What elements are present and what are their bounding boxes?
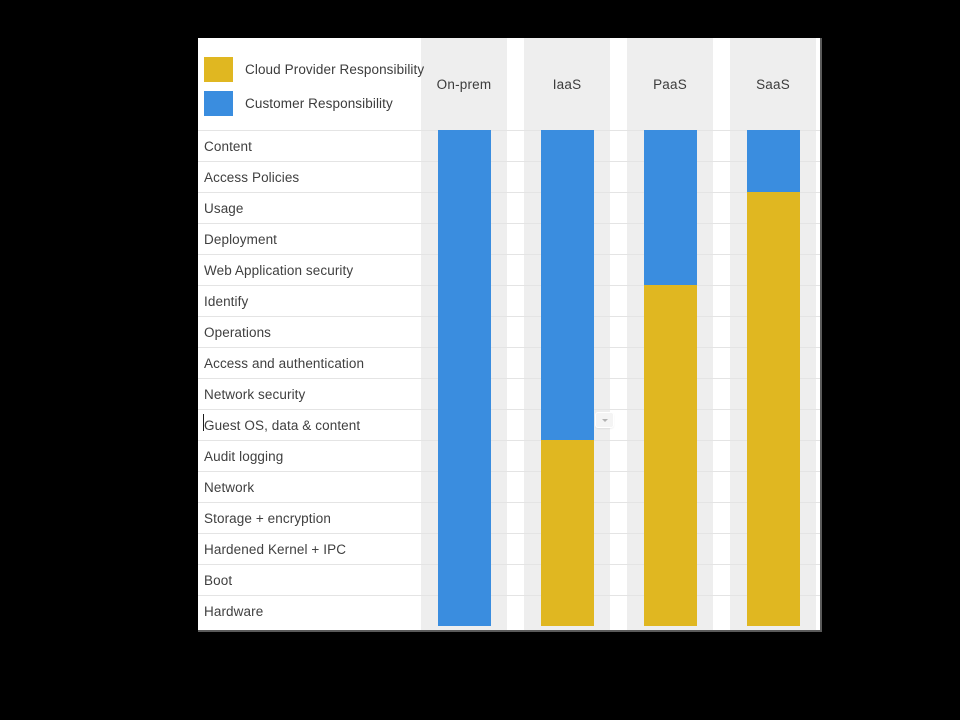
row-label: Guest OS, data & content	[204, 418, 361, 433]
chart-legend: Cloud Provider Responsibility Customer R…	[204, 38, 424, 130]
table-row[interactable]: Web Application security	[198, 254, 820, 285]
shared-responsibility-chart: Cloud Provider Responsibility Customer R…	[198, 38, 822, 632]
table-row[interactable]: Audit logging	[198, 440, 820, 471]
table-row[interactable]: Hardware	[198, 595, 820, 626]
column-header-saas[interactable]: SaaS	[730, 38, 816, 130]
row-label: Operations	[204, 325, 272, 340]
row-label: Content	[204, 139, 252, 154]
row-label: Usage	[204, 201, 244, 216]
row-label: Hardened Kernel + IPC	[204, 542, 347, 557]
row-list: Content Access Policies Usage Deployment…	[198, 130, 820, 630]
table-row[interactable]: Operations	[198, 316, 820, 347]
table-row[interactable]: Network	[198, 471, 820, 502]
legend-label-customer: Customer Responsibility	[245, 95, 393, 111]
row-label: Network	[204, 480, 255, 495]
legend-item-customer[interactable]: Customer Responsibility	[204, 90, 393, 116]
row-label: Identify	[204, 294, 249, 309]
row-dropdown-icon[interactable]	[596, 413, 613, 427]
customer-swatch-icon	[204, 90, 233, 116]
table-row-active[interactable]: Guest OS, data & content	[198, 409, 820, 440]
table-row[interactable]: Storage + encryption	[198, 502, 820, 533]
row-label: Web Application security	[204, 263, 354, 278]
table-row[interactable]: Deployment	[198, 223, 820, 254]
row-label: Audit logging	[204, 449, 284, 464]
provider-swatch-icon	[204, 56, 233, 82]
table-row[interactable]: Identify	[198, 285, 820, 316]
table-row[interactable]: Usage	[198, 192, 820, 223]
table-row[interactable]: Boot	[198, 564, 820, 595]
row-label: Network security	[204, 387, 306, 402]
table-row[interactable]: Hardened Kernel + IPC	[198, 533, 820, 564]
row-label: Access Policies	[204, 170, 300, 185]
column-header-on-prem[interactable]: On-prem	[421, 38, 507, 130]
row-label: Boot	[204, 573, 233, 588]
screenshot-canvas: Cloud Provider Responsibility Customer R…	[0, 0, 960, 720]
table-row[interactable]: Network security	[198, 378, 820, 409]
row-label: Hardware	[204, 604, 264, 619]
column-header-paas[interactable]: PaaS	[627, 38, 713, 130]
table-row[interactable]: Access and authentication	[198, 347, 820, 378]
row-label: Storage + encryption	[204, 511, 331, 526]
row-label: Access and authentication	[204, 356, 365, 371]
legend-item-cloud-provider[interactable]: Cloud Provider Responsibility	[204, 56, 424, 82]
table-row[interactable]: Access Policies	[198, 161, 820, 192]
table-row[interactable]: Content	[198, 130, 820, 161]
legend-label-cloud-provider: Cloud Provider Responsibility	[245, 61, 425, 77]
row-label: Deployment	[204, 232, 278, 247]
column-header-iaas[interactable]: IaaS	[524, 38, 610, 130]
